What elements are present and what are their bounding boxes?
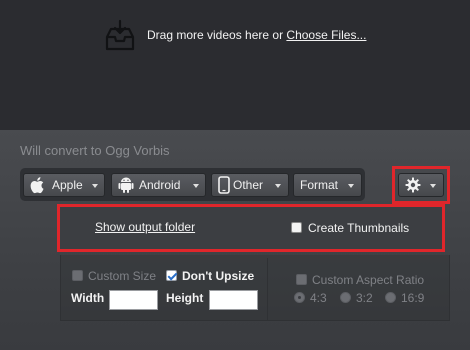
android-icon: [118, 177, 134, 193]
chevron-down-icon: [348, 184, 354, 188]
width-label: Width: [71, 291, 105, 305]
custom-aspect-ratio-checkbox[interactable]: [296, 274, 307, 285]
size-options-box: [60, 255, 450, 321]
android-preset-button[interactable]: Android: [111, 173, 206, 197]
custom-aspect-ratio-label: Custom Aspect Ratio: [312, 273, 425, 287]
convert-format-label: Will convert to Ogg Vorbis: [20, 143, 170, 158]
inbox-tray-icon: [105, 19, 135, 51]
ratio-3-2-radio[interactable]: [340, 292, 351, 303]
chevron-down-icon: [430, 184, 436, 188]
chevron-down-icon: [92, 184, 98, 188]
other-preset-button[interactable]: Other: [211, 173, 289, 197]
format-button[interactable]: Format: [293, 173, 362, 197]
dont-upsize-checkbox[interactable]: [166, 270, 177, 281]
create-thumbnails-checkbox[interactable]: [291, 222, 302, 233]
width-input[interactable]: [109, 290, 158, 310]
chevron-down-icon: [193, 184, 199, 188]
apple-preset-button[interactable]: Apple: [23, 173, 105, 197]
ratio-4-3-radio[interactable]: [294, 292, 305, 303]
drop-prompt: Drag more videos here or Choose Files...: [147, 28, 366, 42]
height-label: Height: [166, 291, 204, 305]
choose-files-link[interactable]: Choose Files...: [286, 28, 366, 42]
height-input[interactable]: [209, 290, 258, 310]
dont-upsize-label: Don't Upsize: [182, 269, 255, 283]
ratio-16-9-label: 16:9: [401, 291, 425, 305]
custom-size-checkbox[interactable]: [72, 270, 83, 281]
drop-zone[interactable]: [0, 0, 470, 130]
android-label: Android: [139, 178, 181, 192]
gear-icon: [405, 177, 421, 193]
chevron-down-icon: [275, 184, 281, 188]
create-thumbnails-label: Create Thumbnails: [308, 221, 410, 235]
drop-prompt-text: Drag more videos here or: [147, 28, 287, 42]
apple-icon: [30, 177, 44, 194]
show-output-folder-link[interactable]: Show output folder: [95, 220, 195, 234]
phone-icon: [218, 176, 230, 194]
ratio-4-3-label: 4:3: [310, 291, 327, 305]
ratio-16-9-radio[interactable]: [385, 292, 396, 303]
ratio-3-2-label: 3:2: [356, 291, 373, 305]
apple-label: Apple: [52, 178, 83, 192]
settings-button[interactable]: [398, 173, 444, 197]
custom-size-label: Custom Size: [88, 269, 157, 283]
format-label: Format: [300, 178, 339, 192]
other-label: Other: [233, 178, 264, 192]
divider: [267, 258, 268, 320]
